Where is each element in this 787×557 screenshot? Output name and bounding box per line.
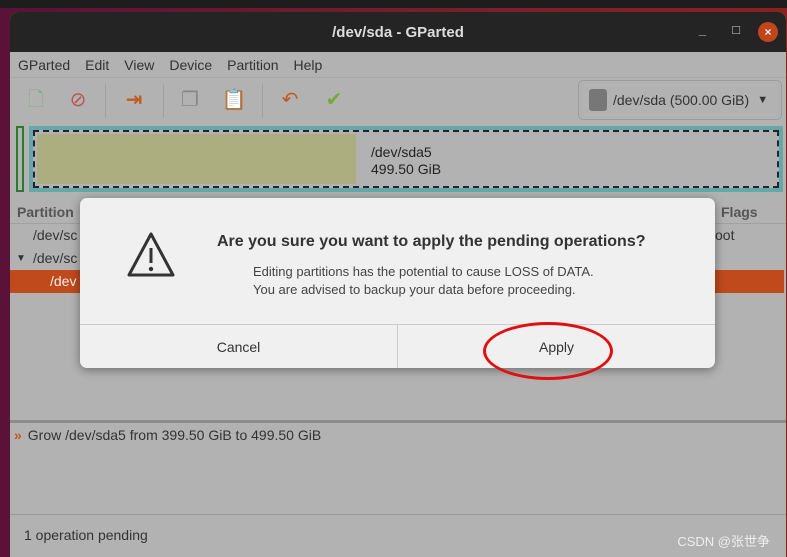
cancel-button[interactable]: Cancel xyxy=(80,325,398,368)
partition-size: 499.50 GiB xyxy=(371,161,442,177)
disk-icon xyxy=(589,89,607,111)
partition-name: /dev/sda5 xyxy=(371,144,432,160)
resize-move-icon: » xyxy=(14,427,22,443)
dialog-title: Are you sure you want to apply the pendi… xyxy=(217,233,646,250)
pending-operations-list: » Grow /dev/sda5 from 399.50 GiB to 499.… xyxy=(10,420,786,512)
menu-help[interactable]: Help xyxy=(294,57,323,73)
menu-device[interactable]: Device xyxy=(169,57,212,73)
minimize-button[interactable]: _ xyxy=(699,22,706,37)
chevron-down-icon: ▼ xyxy=(757,94,769,106)
header-partition[interactable]: Partition xyxy=(17,200,74,224)
new-partition-icon[interactable]: 🗋 xyxy=(22,86,50,114)
operation-item[interactable]: » Grow /dev/sda5 from 399.50 GiB to 499.… xyxy=(10,423,786,447)
delete-icon[interactable]: ⊘ xyxy=(64,86,92,114)
dialog-line-2: You are advised to backup your data befo… xyxy=(253,282,576,297)
row-partition: /dev/sc xyxy=(33,250,78,266)
watermark: CSDN @张世争 xyxy=(677,534,770,549)
row-partition: /dev/sc xyxy=(33,227,78,243)
warning-icon xyxy=(126,230,176,280)
undo-icon[interactable]: ↶ xyxy=(276,86,304,114)
used-space-bar xyxy=(37,134,357,184)
menu-gparted[interactable]: GParted xyxy=(18,57,70,73)
operation-text: Grow /dev/sda5 from 399.50 GiB to 499.50… xyxy=(27,427,322,443)
annotation-circle xyxy=(483,322,613,380)
close-button[interactable]: × xyxy=(758,22,778,42)
window-title: /dev/sda - GParted xyxy=(332,23,464,41)
paste-icon[interactable]: 📋 xyxy=(220,86,248,114)
title-bar: /dev/sda - GParted _ □ × xyxy=(10,12,786,52)
apply-icon[interactable]: ✔ xyxy=(320,86,348,114)
separator xyxy=(262,84,263,118)
desktop-top-bar xyxy=(0,0,787,8)
status-bar: 1 operation pending CSDN @张世争 xyxy=(10,514,786,557)
header-flags[interactable]: Flags xyxy=(721,200,758,224)
row-partition: /dev xyxy=(50,273,77,289)
separator xyxy=(105,84,106,118)
confirm-apply-dialog: Are you sure you want to apply the pendi… xyxy=(80,198,715,368)
device-label: /dev/sda (500.00 GiB) xyxy=(613,92,750,108)
dialog-line-1: Editing partitions has the potential to … xyxy=(253,264,594,279)
menu-partition[interactable]: Partition xyxy=(227,57,278,73)
device-selector[interactable]: /dev/sda (500.00 GiB) ▼ xyxy=(578,80,782,120)
menu-view[interactable]: View xyxy=(124,57,154,73)
unallocated-bar xyxy=(16,126,24,192)
menu-bar: GParted Edit View Device Partition Help xyxy=(10,52,786,77)
toolbar: 🗋 ⊘ ⇥ ❐ 📋 ↶ ✔ /dev/sda (500.00 GiB) ▼ xyxy=(10,77,786,122)
maximize-button[interactable]: □ xyxy=(732,22,740,37)
status-text: 1 operation pending xyxy=(24,527,148,543)
separator xyxy=(163,84,164,118)
partition-sda5-block[interactable]: /dev/sda5 499.50 GiB xyxy=(29,126,783,192)
expander-icon[interactable]: ▼ xyxy=(16,247,26,270)
resize-move-icon[interactable]: ⇥ xyxy=(120,86,148,114)
copy-icon[interactable]: ❐ xyxy=(176,86,204,114)
menu-edit[interactable]: Edit xyxy=(85,57,109,73)
row-flags: oot xyxy=(715,227,735,243)
